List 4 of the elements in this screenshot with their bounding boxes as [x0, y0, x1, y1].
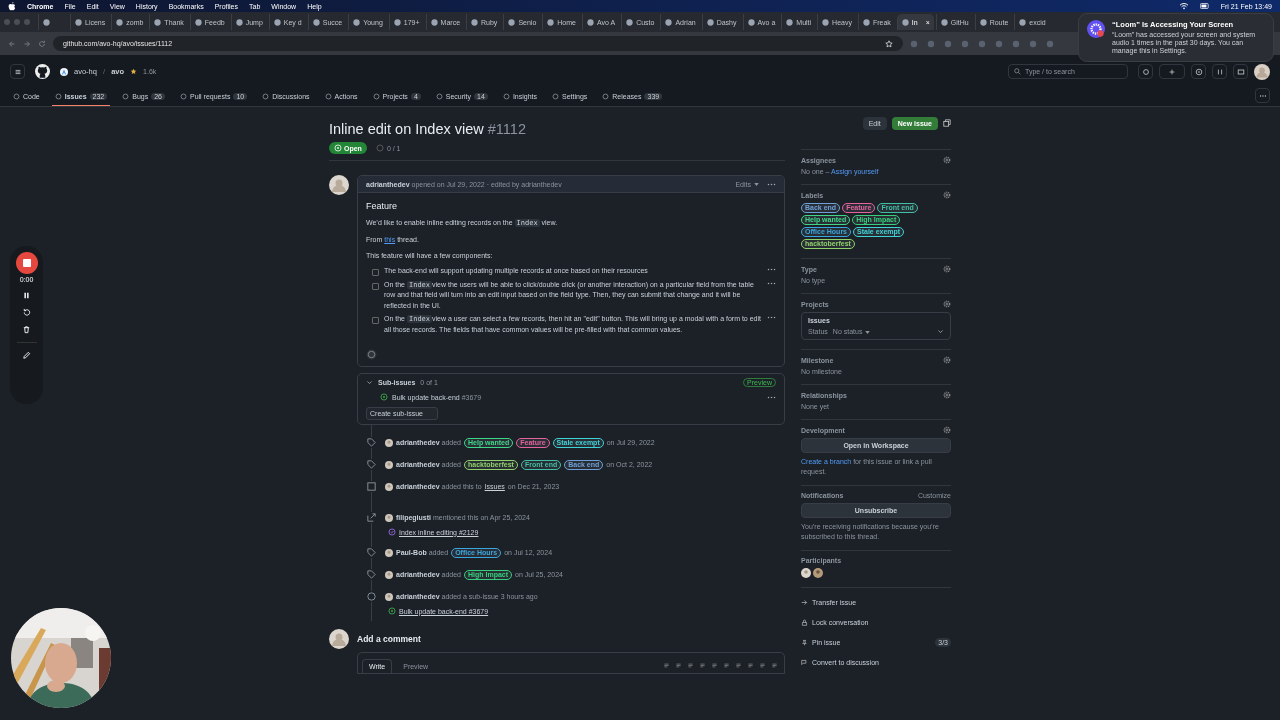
add-comment-heading: Add a comment: [357, 634, 421, 644]
issue-title: Inline edit on Index view #1112: [329, 120, 527, 139]
comment-heading: Feature: [366, 201, 399, 211]
breadcrumb-separator: /: [102, 67, 106, 76]
